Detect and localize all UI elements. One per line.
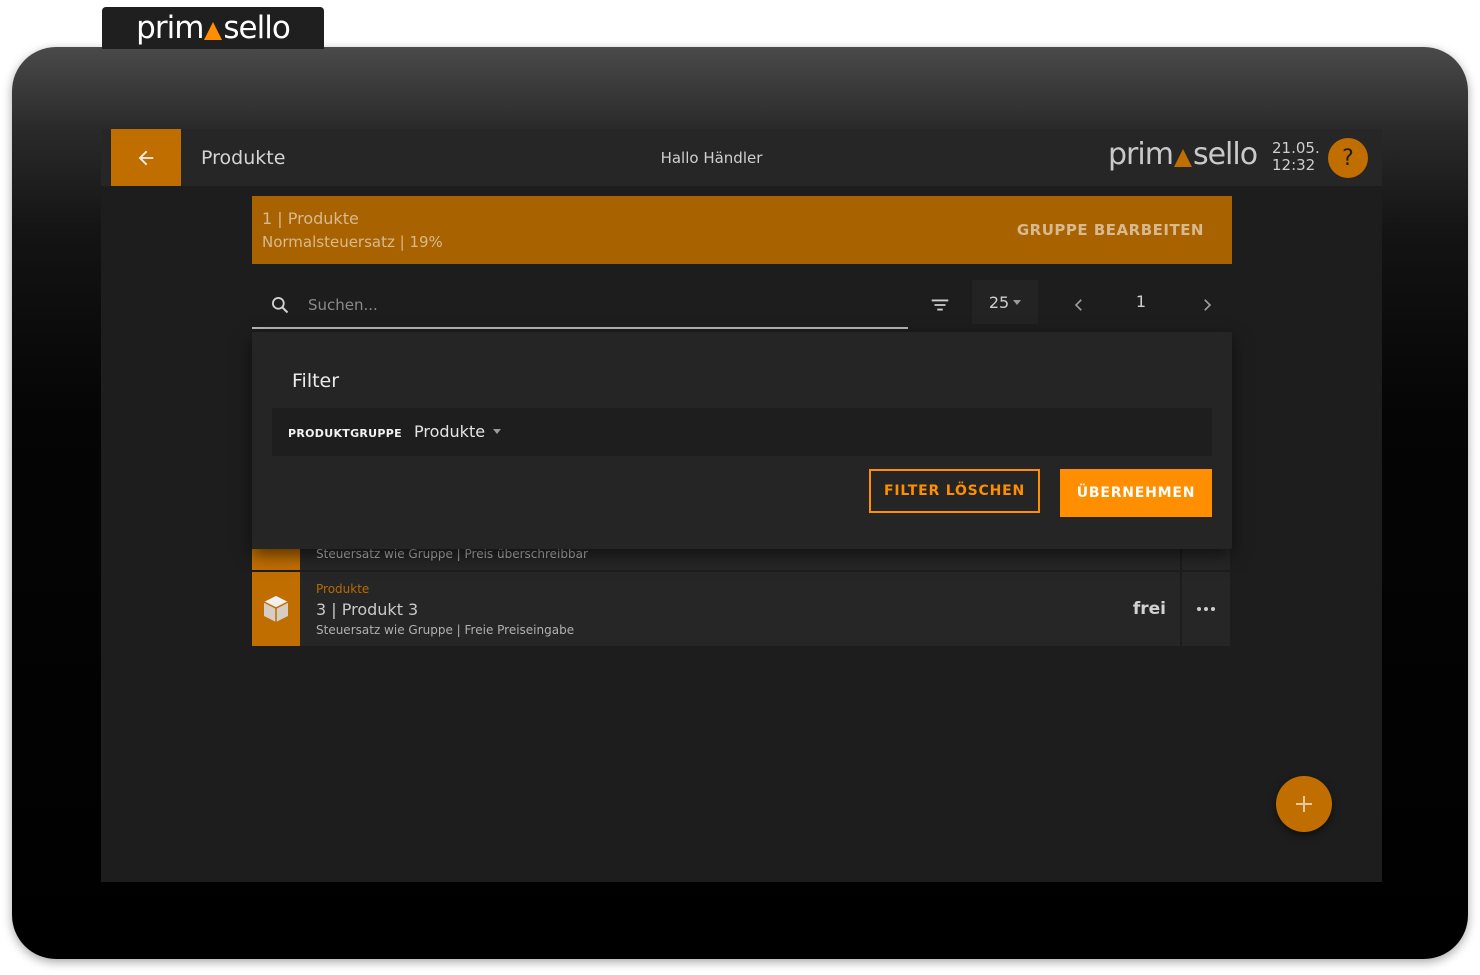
chevron-right-icon <box>1204 299 1212 311</box>
page-number: 1 <box>1135 292 1147 311</box>
next-page-button[interactable] <box>1191 289 1223 321</box>
filter-icon <box>931 299 949 311</box>
page-size-select[interactable]: 25 <box>972 280 1038 324</box>
product-group-select[interactable]: Produkte <box>414 422 502 441</box>
clear-filter-button[interactable]: FILTER LÖSCHEN <box>869 469 1040 513</box>
date-text: 21.05. <box>1272 139 1320 157</box>
dot-icon <box>1211 607 1215 611</box>
previous-page-button[interactable] <box>1063 289 1095 321</box>
product-group: Produkte <box>316 582 370 596</box>
product-subtitle: Steuersatz wie Gruppe | Freie Preiseinga… <box>316 623 575 637</box>
help-button[interactable]: ? <box>1328 138 1368 178</box>
box-icon <box>263 596 289 622</box>
add-product-button[interactable] <box>1276 776 1332 832</box>
product-group-label: PRODUKTGRUPPE <box>288 427 402 440</box>
dot-icon <box>1197 607 1201 611</box>
apply-filter-button[interactable]: ÜBERNEHMEN <box>1060 469 1212 517</box>
search-icon <box>272 297 289 314</box>
group-banner: 1 | Produkte Normalsteuersatz | 19% GRUP… <box>252 196 1232 264</box>
brand-tab: prim sello <box>102 7 324 49</box>
plus-icon <box>1296 796 1312 812</box>
group-title: 1 | Produkte <box>262 209 359 228</box>
search-box <box>252 281 908 329</box>
edit-group-button[interactable]: GRUPPE BEARBEITEN <box>1017 221 1204 239</box>
primasello-logo: prim sello <box>1108 137 1258 172</box>
date-time: 21.05. 12:32 <box>1272 140 1320 174</box>
product-group-value: Produkte <box>414 422 486 441</box>
caret-down-icon <box>493 429 502 434</box>
product-price: frei <box>1132 599 1166 619</box>
logo-a-mark-icon <box>1173 149 1192 167</box>
product-row[interactable]: Produkte 3 | Produkt 3 Steuersatz wie Gr… <box>252 572 1230 646</box>
time-text: 12:32 <box>1272 156 1316 174</box>
caret-down-icon <box>1013 299 1022 305</box>
more-options-button[interactable] <box>1180 572 1230 646</box>
top-bar: Produkte Hallo Händler prim sello 21.05. … <box>101 129 1382 186</box>
page-size-value: 25 <box>988 292 1010 312</box>
search-input[interactable] <box>306 289 890 321</box>
filter-button[interactable] <box>924 289 956 321</box>
app-screen: Produkte Hallo Händler prim sello 21.05. … <box>101 129 1382 882</box>
filter-heading: Filter <box>292 370 340 392</box>
product-group-filter: PRODUKTGRUPPE Produkte <box>272 408 1212 456</box>
logo-a-mark-icon <box>204 22 223 40</box>
filter-panel: Filter PRODUKTGRUPPE Produkte FILTER LÖS… <box>252 332 1232 549</box>
group-subtitle: Normalsteuersatz | 19% <box>262 233 443 251</box>
primasello-logo: prim sello <box>136 9 291 46</box>
product-box-icon <box>252 572 300 646</box>
question-icon: ? <box>1342 145 1354 171</box>
product-subtitle: Steuersatz wie Gruppe | Preis überschrei… <box>316 547 588 561</box>
chevron-left-icon <box>1074 299 1082 311</box>
dot-icon <box>1204 607 1208 611</box>
product-title: 3 | Produkt 3 <box>316 600 419 619</box>
